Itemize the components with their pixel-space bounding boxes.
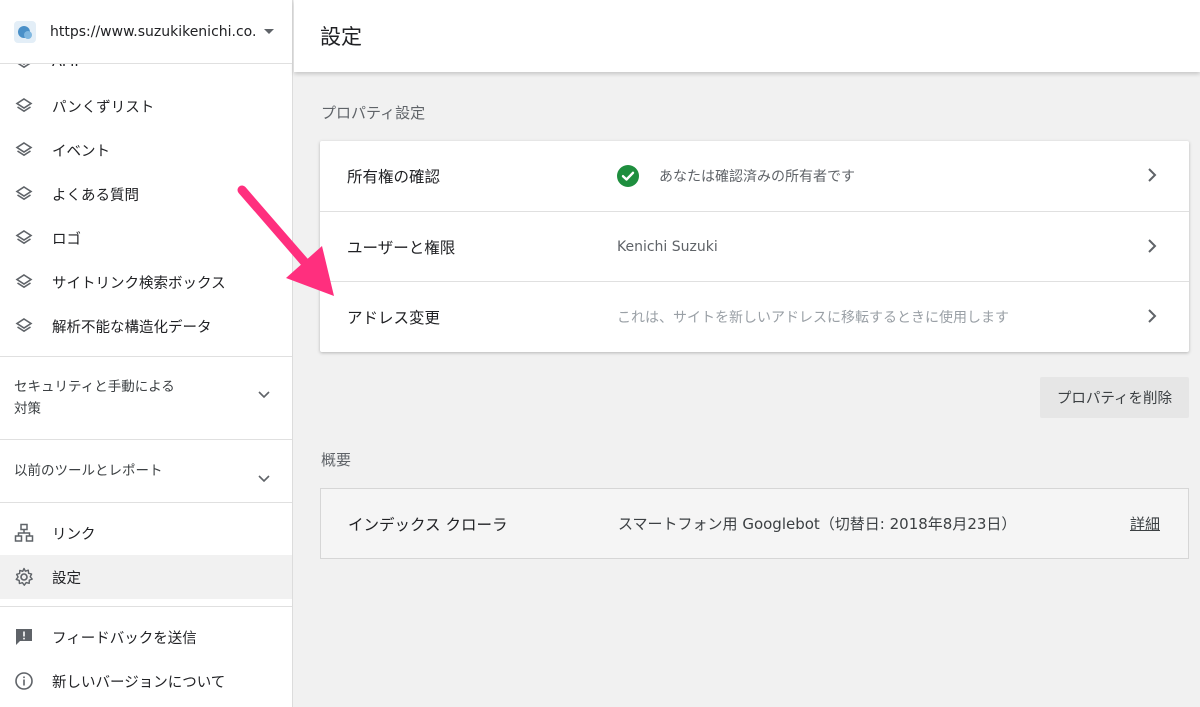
chevron-right-icon xyxy=(1147,167,1157,187)
sidebar-item-label: フィードバックを送信 xyxy=(52,630,197,647)
row-title: アドレス変更 xyxy=(347,308,441,327)
chevron-down-icon xyxy=(258,384,270,406)
overview-label: 概要 xyxy=(321,451,352,469)
property-url: https://www.suzukikenichi.co... xyxy=(50,23,256,40)
layers-icon xyxy=(14,316,34,336)
chevron-right-icon xyxy=(1147,238,1157,258)
row-title: ユーザーと権限 xyxy=(347,238,456,257)
sidebar-item-faq[interactable]: よくある質問 xyxy=(0,172,292,216)
sidebar-item-label: サイトリンク検索ボックス xyxy=(52,275,226,292)
page-title: 設定 xyxy=(320,25,362,49)
sidebar: https://www.suzukikenichi.co... AMP パンくず… xyxy=(0,0,293,707)
site-favicon-icon xyxy=(14,20,36,43)
property-settings-card: 所有権の確認 あなたは確認済みの所有者です ユーザーと権限 Kenichi Su… xyxy=(320,141,1189,352)
users-permissions-row[interactable]: ユーザーと権限 Kenichi Suzuki xyxy=(320,211,1189,281)
change-of-address-row[interactable]: アドレス変更 これは、サイトを新しいアドレスに移転するときに使用します xyxy=(320,281,1189,351)
chevron-down-icon xyxy=(258,468,270,490)
delete-property-button[interactable]: プロパティを削除 xyxy=(1040,377,1189,418)
property-selector[interactable]: https://www.suzukikenichi.co... xyxy=(0,0,292,64)
section-security[interactable]: セキュリティと手動による対策 xyxy=(0,376,292,420)
sidebar-item-label: 新しいバージョンについて xyxy=(52,674,226,691)
sidebar-item-label: イベント xyxy=(52,143,110,160)
gear-icon xyxy=(14,567,34,587)
info-icon xyxy=(14,671,34,691)
index-crawler-title: インデックス クローラ xyxy=(348,516,508,534)
row-title: 所有権の確認 xyxy=(347,168,441,186)
sidebar-item-label: リンク xyxy=(52,526,96,543)
sidebar-item-label: 設定 xyxy=(52,570,81,587)
sidebar-item-event[interactable]: イベント xyxy=(0,128,292,172)
sidebar-item-logo[interactable]: ロゴ xyxy=(0,216,292,260)
index-crawler-value: スマートフォン用 Googlebot（切替日: 2018年8月23日） xyxy=(618,515,1017,533)
layers-icon xyxy=(14,96,34,116)
section-label: 以前のツールとレポート xyxy=(14,463,163,479)
ownership-status-text: あなたは確認済みの所有者です xyxy=(659,169,855,185)
layers-icon xyxy=(14,272,34,292)
sidebar-item-label: よくある質問 xyxy=(52,187,139,204)
sidebar-item-about[interactable]: 新しいバージョンについて xyxy=(0,659,292,703)
caret-down-icon[interactable] xyxy=(264,29,274,34)
sidebar-divider xyxy=(0,356,292,357)
sidebar-item-settings[interactable]: 設定 xyxy=(0,555,292,599)
overview-card: インデックス クローラ スマートフォン用 Googlebot（切替日: 2018… xyxy=(320,488,1189,559)
page-header: 設定 xyxy=(294,0,1200,72)
row-value: これは、サイトを新しいアドレスに移転するときに使用します xyxy=(617,309,1009,326)
chevron-right-icon xyxy=(1147,308,1157,328)
layers-icon xyxy=(14,228,34,248)
sidebar-divider xyxy=(0,502,292,503)
sidebar-item-label: パンくずリスト xyxy=(52,99,155,116)
property-settings-label: プロパティ設定 xyxy=(321,104,426,122)
sidebar-item-unparsable-data[interactable]: 解析不能な構造化データ xyxy=(0,304,292,348)
layers-icon xyxy=(14,184,34,204)
sidebar-item-feedback[interactable]: フィードバックを送信 xyxy=(0,615,292,659)
row-value: あなたは確認済みの所有者です xyxy=(617,165,855,187)
sidebar-item-label: ロゴ xyxy=(52,231,81,248)
sidebar-item-links[interactable]: リンク xyxy=(0,511,292,555)
details-link[interactable]: 詳細 xyxy=(1130,513,1160,534)
sidebar-divider xyxy=(0,439,292,440)
layers-icon xyxy=(14,140,34,160)
section-label: セキュリティと手動による対策 xyxy=(14,379,175,417)
row-value: Kenichi Suzuki xyxy=(617,238,718,255)
feedback-icon xyxy=(14,627,34,647)
sidebar-item-breadcrumb[interactable]: パンくずリスト xyxy=(0,84,292,128)
sitemap-icon xyxy=(14,523,34,543)
ownership-verification-row[interactable]: 所有権の確認 あなたは確認済みの所有者です xyxy=(320,141,1189,211)
sidebar-divider xyxy=(0,606,292,607)
sidebar-item-sitelinks-searchbox[interactable]: サイトリンク検索ボックス xyxy=(0,260,292,304)
sidebar-item-label: 解析不能な構造化データ xyxy=(52,319,212,336)
section-legacy-tools[interactable]: 以前のツールとレポート xyxy=(0,460,292,483)
check-circle-icon xyxy=(617,165,639,187)
